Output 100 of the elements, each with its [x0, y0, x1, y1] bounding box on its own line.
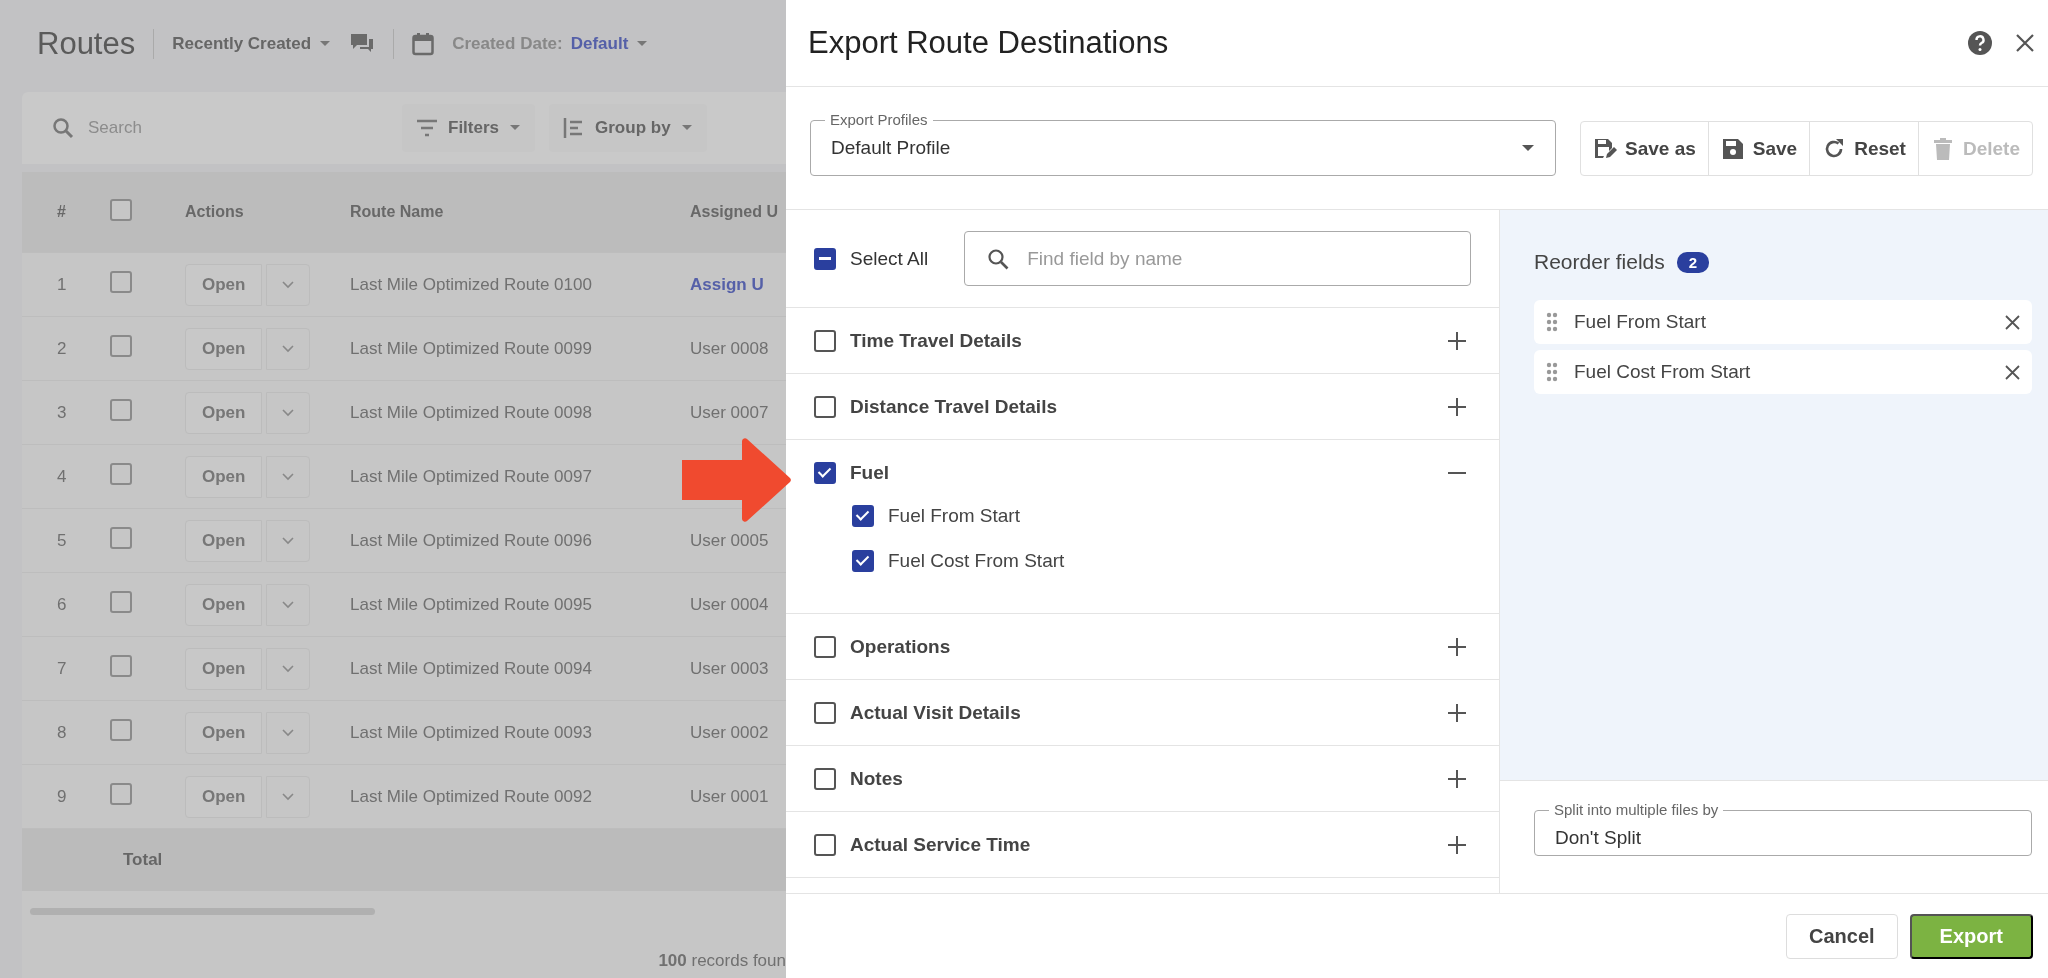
table-cell: User 0007	[690, 402, 769, 422]
drag-handle-icon[interactable]	[1546, 362, 1558, 382]
field-group-label: Actual Service Time	[850, 833, 1032, 856]
reorder-item[interactable]: Fuel From Start	[1534, 300, 2032, 344]
row-number: 7	[56, 658, 68, 679]
field-group-label: Fuel	[850, 461, 891, 484]
checkbox[interactable]	[110, 399, 132, 421]
remove-icon[interactable]	[2004, 314, 2020, 330]
checkbox[interactable]	[110, 271, 132, 293]
column-header: Assigned U	[690, 203, 779, 221]
checkbox[interactable]	[110, 335, 132, 357]
row-number: 4	[56, 466, 68, 487]
drag-handle-icon[interactable]	[1546, 312, 1558, 332]
filter-icon	[416, 119, 438, 137]
checkbox[interactable]	[814, 461, 836, 484]
field-group-label: Distance Travel Details	[850, 395, 1058, 418]
checkbox[interactable]	[110, 719, 132, 741]
save-as-button[interactable]: Save as	[1581, 122, 1709, 175]
plus-icon[interactable]	[1447, 702, 1467, 723]
open-button[interactable]: Open	[185, 583, 263, 626]
checkbox[interactable]	[814, 635, 836, 658]
open-button[interactable]: Open	[185, 519, 263, 562]
table-cell-text: Last Mile Optimized Route 0100	[350, 274, 593, 295]
calendar-icon[interactable]	[412, 32, 435, 56]
plus-icon[interactable]	[1447, 330, 1467, 351]
save-button[interactable]: Save	[1708, 122, 1811, 175]
checkbox[interactable]	[110, 527, 132, 549]
open-button[interactable]: Open	[185, 263, 263, 306]
records-count: 100 records foun	[658, 951, 786, 971]
field-group-label: Operations	[850, 635, 952, 658]
column-header: Actions	[185, 203, 245, 221]
search-field[interactable]: Search	[88, 118, 388, 138]
checkbox[interactable]	[814, 833, 836, 856]
table-cell: User 0004	[690, 594, 769, 614]
save-icon	[1720, 136, 1745, 161]
table-cell-text: Last Mile Optimized Route 0097	[350, 466, 593, 487]
date-filter[interactable]: Created Date: Default	[452, 34, 649, 54]
column-header: Route Name	[350, 203, 445, 221]
field-label: Fuel Cost From Start	[888, 549, 1065, 572]
row-number: 1	[56, 274, 68, 295]
checkbox[interactable]	[852, 549, 874, 572]
help-icon[interactable]	[1967, 31, 1992, 55]
date-filter-label: Created Date:	[452, 34, 563, 54]
open-button[interactable]: Open	[185, 711, 263, 754]
open-button[interactable]: Open	[185, 775, 263, 818]
checkbox[interactable]	[110, 591, 132, 613]
open-button[interactable]: Open	[185, 455, 263, 498]
table-cell-text: Last Mile Optimized Route 0099	[350, 338, 593, 359]
checkbox[interactable]	[814, 767, 836, 790]
table-cell: User 0003	[690, 658, 769, 678]
select-all-label: Select All	[850, 247, 929, 270]
total-label: Total	[123, 850, 163, 870]
search-icon	[987, 247, 1010, 270]
checkbox[interactable]	[110, 655, 132, 677]
checkbox[interactable]	[852, 504, 874, 527]
dialog-title: Export Route Destinations	[808, 25, 1170, 61]
plus-icon[interactable]	[1447, 636, 1467, 657]
checkbox[interactable]	[110, 783, 132, 805]
row-number: 6	[56, 594, 68, 615]
plus-icon[interactable]	[1447, 396, 1467, 417]
table-cell-text: Last Mile Optimized Route 0094	[350, 658, 593, 679]
close-icon[interactable]	[2015, 34, 2034, 52]
count-badge: 2	[1676, 251, 1710, 273]
table-cell-text: Last Mile Optimized Route 0095	[350, 594, 593, 615]
plus-icon[interactable]	[1447, 834, 1467, 855]
reorder-item[interactable]: Fuel Cost From Start	[1534, 350, 2032, 394]
checkbox[interactable]	[110, 199, 132, 221]
plus-icon[interactable]	[1447, 768, 1467, 789]
table-cell: User 0002	[690, 722, 769, 742]
checkbox[interactable]	[814, 395, 836, 418]
date-filter-value: Default	[570, 34, 629, 54]
table-cell-text: Last Mile Optimized Route 0093	[350, 722, 593, 743]
view-menu[interactable]: Recently Created	[172, 34, 332, 54]
save-as-icon	[1593, 136, 1617, 161]
reorder-title: Reorder fields	[1534, 250, 1665, 274]
open-button[interactable]: Open	[185, 647, 263, 690]
table-cell: User 0008	[690, 338, 769, 358]
field-group-label: Notes	[850, 767, 904, 790]
field-group-label: Time Travel Details	[850, 329, 1023, 352]
checkbox[interactable]	[814, 247, 836, 270]
checkbox[interactable]	[110, 463, 132, 485]
field-search[interactable]: Find field by name	[964, 231, 1471, 286]
table-cell: User 0001	[690, 786, 769, 806]
table-cell: User 0005	[690, 530, 769, 550]
checkbox[interactable]	[814, 701, 836, 724]
open-button[interactable]: Open	[185, 327, 263, 370]
reset-button[interactable]: Reset	[1810, 122, 1919, 175]
row-number: 5	[56, 530, 68, 551]
table-cell-text: Last Mile Optimized Route 0096	[350, 530, 593, 551]
field-group-label: Actual Visit Details	[850, 701, 1022, 724]
caret-icon[interactable]	[1521, 144, 1535, 152]
page-title: Routes	[37, 26, 136, 62]
checkbox[interactable]	[814, 329, 836, 352]
cancel-button[interactable]: Cancel	[1786, 913, 1898, 959]
assign-link[interactable]: Assign U	[690, 274, 764, 294]
export-button[interactable]: Export	[1909, 913, 2033, 959]
open-button[interactable]: Open	[185, 391, 263, 434]
row-number: 3	[56, 402, 68, 423]
remove-icon[interactable]	[2004, 364, 2020, 380]
row-number: 9	[56, 786, 68, 807]
